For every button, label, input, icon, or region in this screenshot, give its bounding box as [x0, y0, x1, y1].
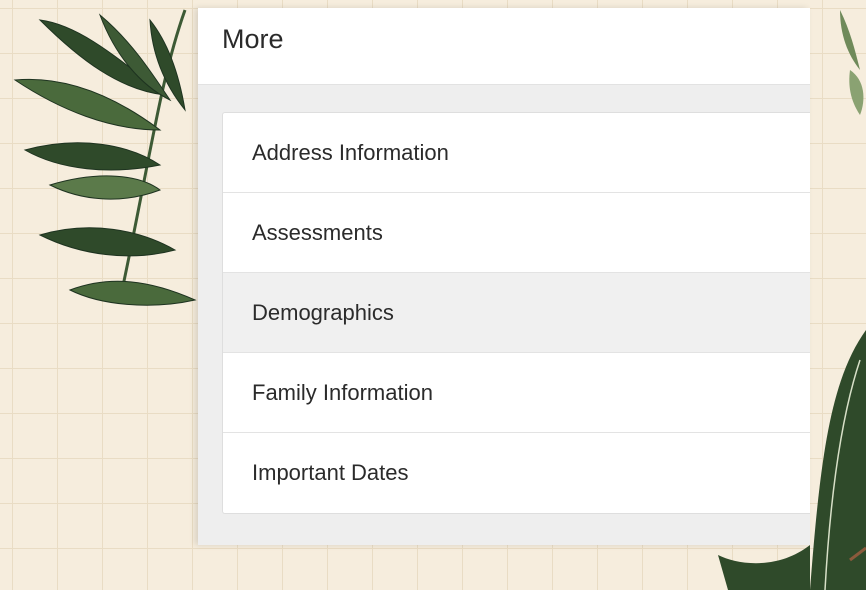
panel-header: More — [198, 8, 810, 85]
leaf-decoration-right — [810, 10, 866, 590]
menu-item-demographics[interactable]: Demographics — [223, 273, 810, 353]
menu-item-label: Important Dates — [252, 460, 409, 485]
menu-item-assessments[interactable]: Assessments — [223, 193, 810, 273]
menu-item-important-dates[interactable]: Important Dates — [223, 433, 810, 513]
menu-item-label: Assessments — [252, 219, 383, 245]
menu-item-label: Demographics — [252, 299, 394, 325]
palm-leaf-decoration-left — [13, 9, 197, 306]
menu-item-label: Address Information — [252, 139, 449, 165]
more-menu-list: Address Information Assessments Demograp… — [222, 112, 810, 514]
leaf-decoration-bottom — [718, 545, 810, 590]
menu-item-address-information[interactable]: Address Information — [223, 113, 810, 193]
menu-item-label: Family Information — [252, 379, 433, 405]
menu-item-family-information[interactable]: Family Information — [223, 353, 810, 433]
more-panel: More Address Information Assessments Dem… — [198, 8, 810, 545]
page-title: More — [222, 24, 284, 54]
